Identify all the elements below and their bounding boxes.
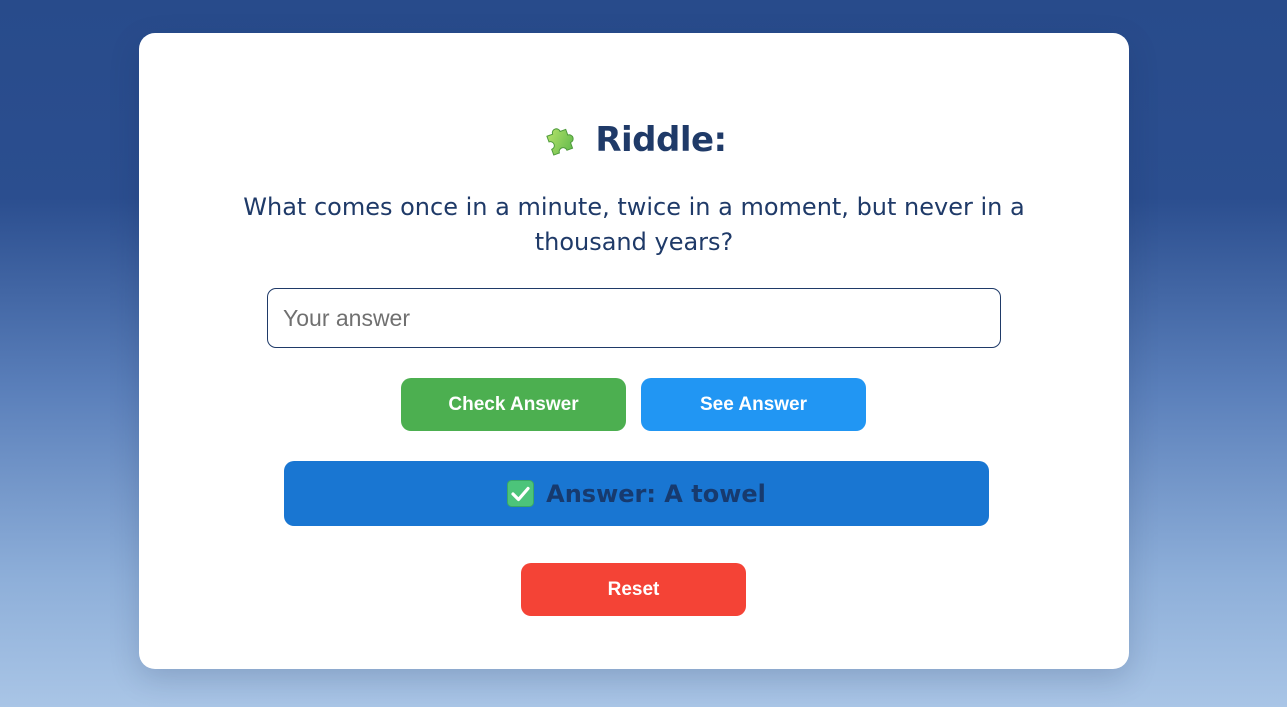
riddle-card: Riddle: What comes once in a minute, twi… xyxy=(139,33,1129,669)
reset-button[interactable]: Reset xyxy=(521,563,746,616)
answer-result-box: Answer: A towel xyxy=(284,461,989,526)
page-title: Riddle: xyxy=(595,120,727,160)
check-answer-button[interactable]: Check Answer xyxy=(401,378,626,431)
answer-input[interactable] xyxy=(267,288,1001,348)
riddle-header: Riddle: xyxy=(139,119,1129,161)
answer-result-text: Answer: A towel xyxy=(546,479,766,508)
see-answer-button[interactable]: See Answer xyxy=(641,378,866,431)
check-mark-icon xyxy=(507,480,535,507)
puzzle-piece-icon xyxy=(541,121,579,159)
riddle-question: What comes once in a minute, twice in a … xyxy=(243,193,1025,256)
